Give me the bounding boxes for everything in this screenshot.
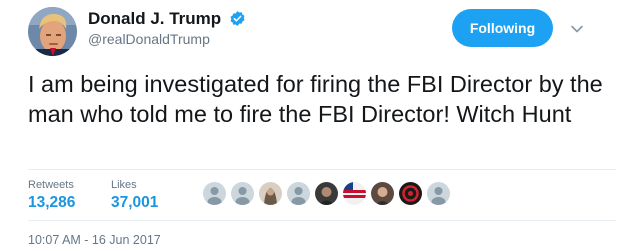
likes-stat[interactable]: Likes 37,001 <box>111 179 158 212</box>
liker-avatar[interactable] <box>399 182 422 205</box>
liker-avatar[interactable] <box>203 182 226 205</box>
tweet-text: I am being investigated for firing the F… <box>28 71 603 127</box>
author-avatar[interactable] <box>28 7 77 56</box>
avatar-photo <box>28 7 77 56</box>
retweets-count: 13,286 <box>28 194 76 211</box>
stats-divider-bottom <box>28 220 616 221</box>
liker-avatar[interactable] <box>287 182 310 205</box>
likes-label: Likes <box>111 179 137 191</box>
liker-avatar[interactable] <box>343 182 366 205</box>
stats-divider-top <box>28 169 616 170</box>
liker-avatar[interactable] <box>371 182 394 205</box>
author-handle[interactable]: @realDonaldTrump <box>88 31 210 47</box>
liker-avatar[interactable] <box>315 182 338 205</box>
likes-count: 37,001 <box>111 194 159 211</box>
retweets-label: Retweets <box>28 179 74 191</box>
liker-avatar[interactable] <box>259 182 282 205</box>
tweet-card: Donald J. Trump @realDonaldTrump Followi… <box>0 0 624 251</box>
retweets-stat[interactable]: Retweets 13,286 <box>28 179 75 212</box>
chevron-down-icon[interactable] <box>570 22 584 36</box>
tweet-timestamp[interactable]: 10:07 AM - 16 Jun 2017 <box>28 233 161 247</box>
liker-avatar[interactable] <box>231 182 254 205</box>
verified-badge-icon <box>230 11 245 26</box>
liker-avatar[interactable] <box>427 182 450 205</box>
liker-avatars <box>203 182 455 205</box>
following-button[interactable]: Following <box>452 9 553 47</box>
author-display-name[interactable]: Donald J. Trump <box>88 9 221 29</box>
